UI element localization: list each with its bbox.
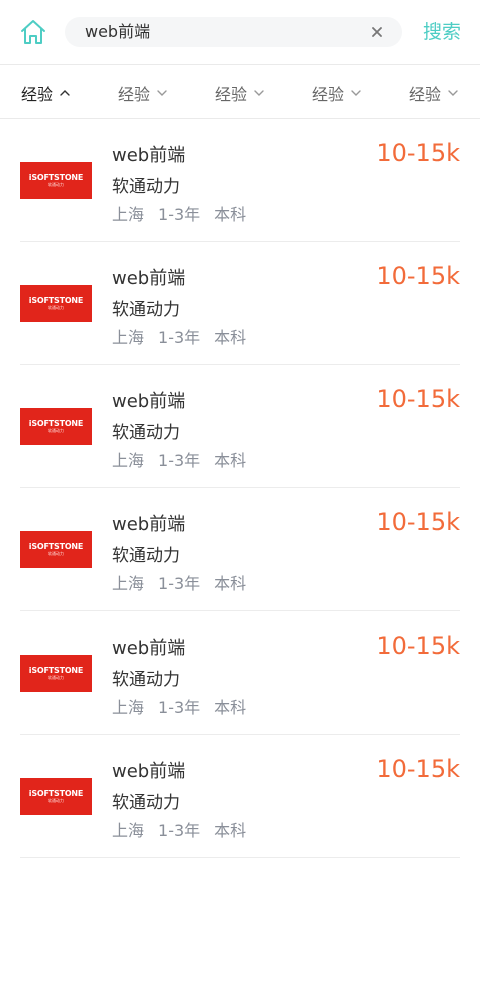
job-item[interactable]: iSOFTSTONE 软通动力 web前端 软通动力 上海 1-3年 本科 10… [20, 612, 460, 735]
search-input[interactable] [85, 17, 355, 47]
job-meta: 上海 1-3年 本科 [112, 324, 246, 348]
job-education: 本科 [214, 574, 247, 593]
job-meta: 上海 1-3年 本科 [112, 817, 246, 841]
filter-experience[interactable]: 经验 [215, 65, 265, 120]
company-logo: iSOFTSTONE 软通动力 [20, 162, 92, 199]
job-salary: 10-15k [376, 262, 460, 290]
job-title: web前端 [112, 145, 186, 166]
job-title: web前端 [112, 638, 186, 659]
filter-label: 经验 [312, 84, 345, 104]
filter-experience[interactable]: 经验 [312, 65, 362, 120]
job-title: web前端 [112, 268, 186, 289]
filter-experience[interactable]: 经验 [21, 65, 71, 120]
company-logo: iSOFTSTONE 软通动力 [20, 285, 92, 322]
company-name: 软通动力 [112, 300, 180, 320]
job-item[interactable]: iSOFTSTONE 软通动力 web前端 软通动力 上海 1-3年 本科 10… [20, 365, 460, 488]
job-meta: 上海 1-3年 本科 [112, 694, 246, 718]
job-salary: 10-15k [376, 632, 460, 660]
company-name: 软通动力 [112, 670, 180, 690]
search-button[interactable]: 搜索 [420, 17, 464, 47]
chevron-up-icon [60, 89, 70, 96]
top-bar: 搜索 [0, 0, 480, 64]
job-salary: 10-15k [376, 508, 460, 536]
company-logo: iSOFTSTONE 软通动力 [20, 408, 92, 445]
company-logo: iSOFTSTONE 软通动力 [20, 655, 92, 692]
chevron-down-icon [157, 89, 167, 96]
filter-label: 经验 [21, 84, 54, 104]
filter-label: 经验 [118, 84, 151, 104]
job-title: web前端 [112, 761, 186, 782]
job-salary: 10-15k [376, 385, 460, 413]
filter-label: 经验 [409, 84, 442, 104]
filter-experience[interactable]: 经验 [409, 65, 459, 120]
job-salary: 10-15k [376, 139, 460, 167]
job-salary: 10-15k [376, 755, 460, 783]
home-icon[interactable] [18, 17, 48, 47]
job-education: 本科 [214, 451, 247, 470]
job-meta: 上海 1-3年 本科 [112, 201, 246, 225]
job-experience: 1-3年 [158, 205, 201, 224]
job-item[interactable]: iSOFTSTONE 软通动力 web前端 软通动力 上海 1-3年 本科 10… [20, 119, 460, 242]
close-icon[interactable] [369, 24, 385, 40]
filter-bar: 经验 经验 经验 经验 经验 [0, 64, 480, 119]
job-experience: 1-3年 [158, 821, 201, 840]
job-experience: 1-3年 [158, 698, 201, 717]
company-name: 软通动力 [112, 793, 180, 813]
company-logo: iSOFTSTONE 软通动力 [20, 531, 92, 568]
chevron-down-icon [351, 89, 361, 96]
job-city: 上海 [112, 205, 145, 224]
job-city: 上海 [112, 821, 145, 840]
company-logo: iSOFTSTONE 软通动力 [20, 778, 92, 815]
chevron-down-icon [254, 89, 264, 96]
company-name: 软通动力 [112, 546, 180, 566]
job-item[interactable]: iSOFTSTONE 软通动力 web前端 软通动力 上海 1-3年 本科 10… [20, 242, 460, 365]
job-city: 上海 [112, 451, 145, 470]
search-box [65, 17, 402, 47]
job-education: 本科 [214, 821, 247, 840]
job-item[interactable]: iSOFTSTONE 软通动力 web前端 软通动力 上海 1-3年 本科 10… [20, 488, 460, 611]
filter-label: 经验 [215, 84, 248, 104]
job-education: 本科 [214, 698, 247, 717]
job-item[interactable]: iSOFTSTONE 软通动力 web前端 软通动力 上海 1-3年 本科 10… [20, 735, 460, 858]
job-city: 上海 [112, 698, 145, 717]
job-meta: 上海 1-3年 本科 [112, 570, 246, 594]
job-title: web前端 [112, 514, 186, 535]
job-city: 上海 [112, 574, 145, 593]
job-education: 本科 [214, 328, 247, 347]
filter-experience[interactable]: 经验 [118, 65, 168, 120]
job-experience: 1-3年 [158, 574, 201, 593]
chevron-down-icon [448, 89, 458, 96]
job-education: 本科 [214, 205, 247, 224]
job-title: web前端 [112, 391, 186, 412]
job-city: 上海 [112, 328, 145, 347]
company-name: 软通动力 [112, 177, 180, 197]
job-experience: 1-3年 [158, 451, 201, 470]
job-meta: 上海 1-3年 本科 [112, 447, 246, 471]
company-name: 软通动力 [112, 423, 180, 443]
job-experience: 1-3年 [158, 328, 201, 347]
